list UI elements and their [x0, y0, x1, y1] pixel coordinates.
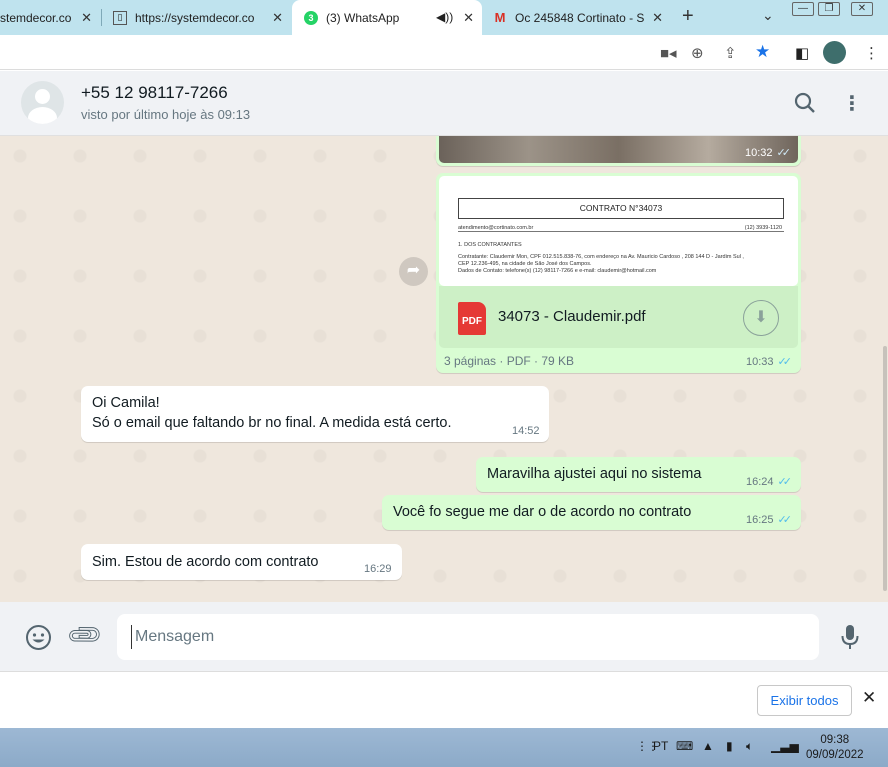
document-meta: 3 páginas · PDF · 79 KB [444, 354, 575, 368]
avatar[interactable] [21, 81, 64, 124]
gmail-icon: M [494, 10, 506, 25]
tab-separator [101, 9, 102, 26]
document-preview[interactable]: CONTRATO N°34073 atendimento@cortinato.c… [439, 176, 798, 286]
minimize-icon[interactable]: — [792, 2, 814, 16]
browser-tab-bar: stemdecor.co ✕ ▯ https://systemdecor.co … [0, 0, 888, 35]
browser-menu-icon[interactable]: ⋮ [864, 44, 879, 62]
taskbar-clock[interactable]: 09:38 09/09/2022 [806, 733, 864, 763]
message-time: 10:33 ✓✓ [746, 356, 792, 368]
tab-label: Oc 245848 Cortinato - S [515, 10, 645, 25]
tab-gmail[interactable]: M Oc 245848 Cortinato - S ✕ [483, 0, 671, 35]
menu-icon[interactable]: ⋮ [842, 91, 862, 116]
message-placeholder: Mensagem [135, 628, 215, 645]
contact-name: +55 12 98117-7266 [81, 83, 228, 102]
document-filename: 34073 - Claudemir.pdf [498, 308, 646, 325]
zoom-icon[interactable]: ⊕ [691, 44, 704, 62]
doc-preview-title: CONTRATO N°34073 [458, 198, 784, 219]
tab-whatsapp[interactable]: 3 (3) WhatsApp ◀)) ✕ [292, 0, 482, 35]
message-text: Você fo segue me dar o de acordo no cont… [393, 504, 692, 520]
close-tab-icon[interactable]: ✕ [652, 10, 663, 26]
clock-time: 09:38 [820, 734, 850, 746]
document-message[interactable]: CONTRATO N°34073 atendimento@cortinato.c… [436, 173, 801, 373]
close-tab-icon[interactable]: ✕ [463, 10, 474, 26]
battery-icon[interactable]: ▮ [726, 739, 733, 753]
outgoing-message[interactable]: Maravilha ajustei aqui no sistema 16:24 ✓… [476, 457, 801, 492]
downloads-bar: Exibir todos ✕ [0, 671, 888, 727]
share-icon[interactable]: ⇪ [724, 44, 737, 62]
chat-header[interactable]: +55 12 98117-7266 visto por último hoje … [0, 71, 888, 136]
message-text: Sim. Estou de acordo com contrato [92, 554, 319, 570]
restore-icon[interactable]: ❐ [818, 2, 840, 16]
clock-date: 09/09/2022 [806, 749, 864, 761]
chat-scrollbar[interactable] [883, 346, 887, 591]
tab-systemdecor-2[interactable]: ▯ https://systemdecor.co ✕ [103, 0, 291, 35]
message-composer: 📎︎ Mensagem [0, 602, 888, 671]
incoming-message[interactable]: Oi Camila! Só o email que faltando br no… [81, 386, 549, 442]
close-downloads-icon[interactable]: ✕ [862, 688, 876, 708]
language-indicator[interactable]: PT [653, 739, 668, 753]
forward-icon[interactable]: ➦ [399, 257, 428, 286]
download-icon[interactable]: ⬇ [743, 300, 779, 336]
message-time: 16:24 ✓✓ [746, 476, 792, 488]
close-tab-icon[interactable]: ✕ [81, 10, 92, 26]
tray-expand-icon[interactable]: ▲ [702, 739, 714, 753]
microphone-icon[interactable] [840, 624, 860, 651]
keyboard-icon[interactable]: ⌨ [676, 739, 693, 753]
image-message[interactable]: 10:32 ✓✓ [436, 136, 801, 166]
side-panel-icon[interactable]: ◧ [795, 44, 809, 62]
document-info[interactable]: PDF 34073 - Claudemir.pdf ⬇ [439, 286, 798, 348]
show-all-downloads-button[interactable]: Exibir todos [757, 685, 852, 716]
message-text: Oi Camila! [92, 395, 160, 411]
doc-preview-email: atendimento@cortinato.com.br [458, 225, 534, 231]
tab-label: https://systemdecor.co [135, 10, 255, 25]
close-tab-icon[interactable]: ✕ [272, 10, 283, 26]
new-tab-button[interactable]: + [682, 5, 694, 28]
text-caret [131, 625, 132, 649]
emoji-icon[interactable] [25, 624, 52, 651]
taskbar: ⋮⋮ PT ⌨ ▲ ▮ 🔈︎ ▁▃▅ 09:38 09/09/2022 [0, 728, 888, 767]
tab-systemdecor-1[interactable]: stemdecor.co ✕ [0, 0, 100, 35]
incoming-message[interactable]: Sim. Estou de acordo com contrato 16:29 [81, 544, 402, 580]
pdf-icon: PDF [458, 302, 486, 335]
search-icon[interactable] [794, 92, 816, 114]
profile-avatar[interactable] [823, 41, 846, 64]
browser-toolbar: ■◂ ⊕ ⇪ ★ ◧ ⋮ [0, 35, 888, 70]
message-text: Maravilha ajustei aqui no sistema [487, 466, 702, 482]
doc-preview-section: 1. DOS CONTRATANTES [458, 242, 522, 248]
whatsapp-icon: 3 [304, 10, 318, 25]
attach-icon[interactable]: 📎︎ [64, 614, 106, 656]
network-icon[interactable]: ▁▃▅ [771, 739, 799, 753]
message-time: 10:32 ✓✓ [745, 147, 791, 159]
page-icon: ▯ [113, 10, 127, 25]
contact-status: visto por último hoje às 09:13 [81, 107, 251, 122]
message-time: 16:29 [364, 563, 392, 575]
tab-search-icon[interactable]: ⌄ [762, 7, 774, 24]
message-time: 14:52 [512, 425, 540, 437]
doc-preview-line: CEP 12.236-495, na cidade de São José do… [458, 261, 592, 267]
volume-icon[interactable]: 🔈︎ [746, 739, 753, 754]
outgoing-message[interactable]: Você fo segue me dar o de acordo no cont… [382, 495, 801, 530]
doc-preview-line: Dados de Contato: telefone(s) (12) 98117… [458, 268, 657, 274]
speaker-icon[interactable]: ◀)) [436, 10, 453, 24]
doc-preview-contact-line: atendimento@cortinato.com.br (12) 3939-1… [458, 225, 784, 232]
message-time: 16:25 ✓✓ [746, 514, 792, 526]
chat-area[interactable]: 10:32 ✓✓ ➦ CONTRATO N°34073 atendimento@c… [0, 136, 888, 602]
message-input[interactable]: Mensagem [117, 614, 819, 660]
tab-label: stemdecor.co [0, 10, 72, 25]
message-text: Só o email que faltando br no final. A m… [92, 415, 452, 431]
doc-preview-line: Contratante: Claudemir Mon, CPF 012.515.… [458, 254, 744, 260]
close-window-icon[interactable]: ✕ [851, 2, 873, 16]
bookmark-star-icon[interactable]: ★ [755, 42, 770, 62]
doc-preview-phone: (12) 3939-1120 [744, 225, 782, 231]
tab-label: (3) WhatsApp [326, 10, 400, 25]
camera-icon[interactable]: ■◂ [660, 44, 677, 62]
